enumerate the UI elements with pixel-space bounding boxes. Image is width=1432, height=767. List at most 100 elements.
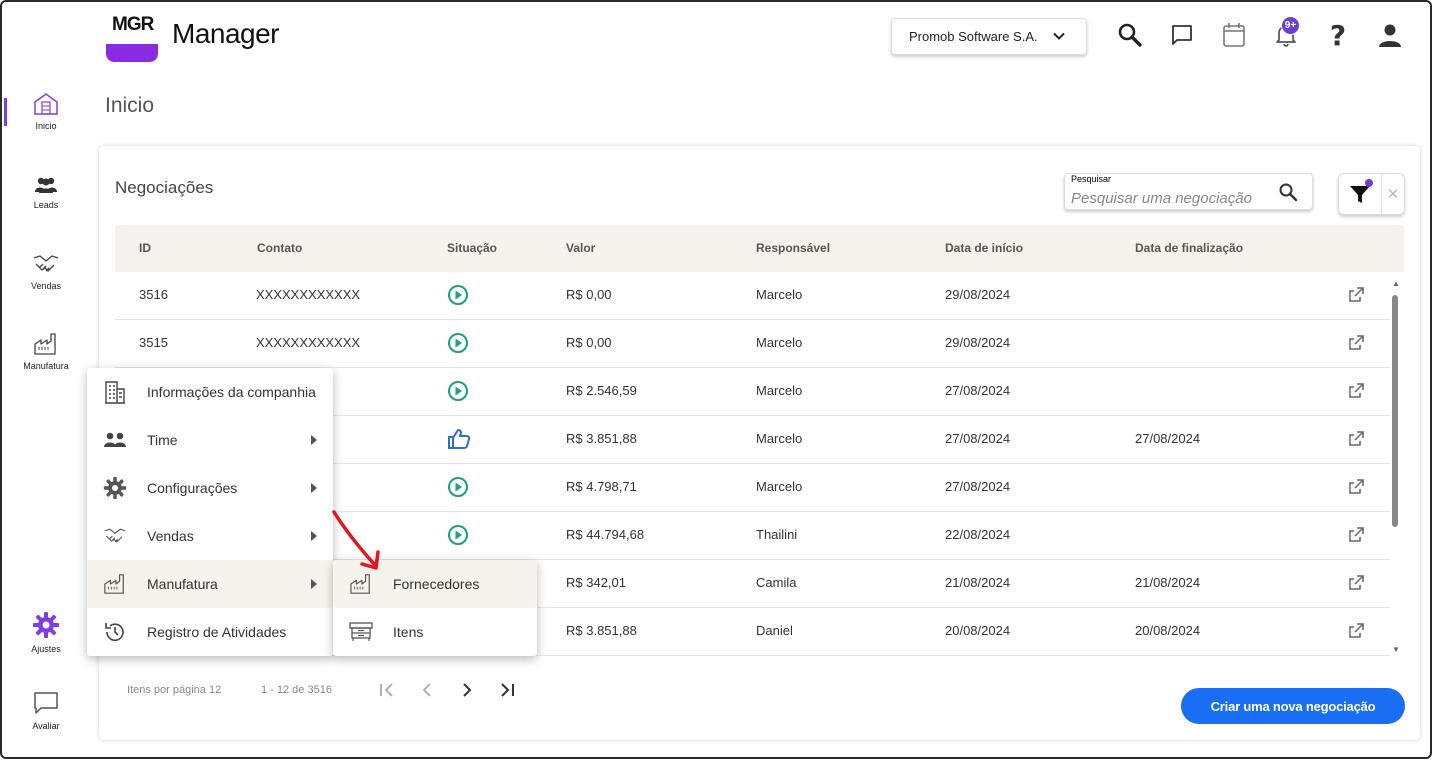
history-icon (105, 623, 124, 642)
people-icon (35, 177, 57, 193)
cell-responsavel: Marcelo (756, 479, 803, 494)
close-icon: ✕ (1386, 186, 1400, 203)
table-row[interactable]: 3516 XXXXXXXXXXXX R$ 0,00 Marcelo 29/08/2024 (115, 272, 1390, 320)
cell-responsavel: Marcelo (756, 335, 803, 350)
sidebar-item-leads[interactable]: Leads (10, 175, 82, 210)
column-header[interactable]: Contato (257, 241, 302, 255)
cell-data-finalizacao: 21/08/2024 (1135, 575, 1201, 590)
calendar-icon[interactable] (1219, 20, 1249, 50)
table-scrollbar[interactable]: ▲ ▼ (1390, 279, 1402, 655)
open-external-icon[interactable] (1348, 431, 1364, 450)
first-page-button[interactable] (377, 680, 397, 700)
play-circle-icon (447, 524, 469, 549)
table-header: ID Contato Situação Valor Responsável Da… (115, 225, 1404, 272)
open-external-icon[interactable] (1348, 575, 1364, 594)
gear-icon (103, 476, 127, 500)
menu-item-registro[interactable]: Registro de Atividades (87, 608, 333, 656)
column-header[interactable]: ID (139, 241, 151, 255)
cell-data-inicio: 29/08/2024 (945, 335, 1011, 350)
sidebar-item-manufatura[interactable]: Manufatura (10, 332, 82, 371)
last-page-button[interactable] (497, 680, 517, 700)
settings-menu: Informações da companhia Time Configuraç… (87, 368, 333, 656)
chat-icon[interactable] (1167, 20, 1197, 50)
submenu-item-itens[interactable]: Itens (333, 608, 537, 656)
sidebar-item-label: Leads (33, 200, 59, 210)
next-page-button[interactable] (457, 680, 477, 700)
search-field[interactable]: Pesquisar (1064, 173, 1313, 210)
column-header[interactable]: Data de início (945, 241, 1023, 255)
column-header[interactable]: Data de finalização (1135, 241, 1243, 255)
filter-button[interactable] (1339, 174, 1380, 214)
help-icon[interactable]: ? (1323, 19, 1353, 52)
cell-valor: R$ 342,01 (566, 575, 626, 590)
cell-valor: R$ 0,00 (566, 335, 612, 350)
search-input[interactable] (1071, 188, 1271, 208)
chevron-left-icon (422, 683, 431, 697)
page-range: 1 - 12 de 3516 (261, 684, 332, 696)
cell-contato: XXXXXXXXXXXX (256, 287, 361, 302)
menu-item-time[interactable]: Time (87, 416, 333, 464)
user-icon[interactable] (1375, 20, 1405, 50)
prev-page-button[interactable] (417, 680, 437, 700)
app-title: Manager (172, 18, 280, 49)
cell-data-finalizacao: 20/08/2024 (1135, 623, 1201, 638)
cell-id: 3516 (139, 287, 168, 302)
cell-data-inicio: 27/08/2024 (945, 383, 1011, 398)
create-negotiation-button[interactable]: Criar uma nova negociação (1181, 688, 1405, 724)
column-header[interactable]: Valor (566, 241, 595, 255)
menu-item-label: Registro de Atividades (147, 624, 287, 640)
sidebar-item-label: Vendas (30, 281, 62, 291)
cell-responsavel: Marcelo (756, 287, 803, 302)
search-icon[interactable] (1115, 20, 1145, 50)
sidebar-item-inicio[interactable]: Inicio (10, 92, 82, 131)
chevron-down-icon (1053, 32, 1065, 40)
search-icon[interactable] (1278, 182, 1298, 202)
cell-valor: R$ 3.851,88 (566, 431, 637, 446)
clear-filter-button[interactable]: ✕ (1382, 174, 1404, 214)
play-circle-icon (447, 332, 469, 357)
cell-responsavel: Thailini (756, 527, 798, 542)
scroll-up-icon[interactable]: ▲ (1392, 279, 1400, 288)
cell-data-finalizacao: 27/08/2024 (1135, 431, 1201, 446)
company-select-value: Promob Software S.A. (909, 29, 1038, 44)
menu-item-vendas[interactable]: Vendas (87, 512, 333, 560)
cell-valor: R$ 44.794,68 (566, 527, 645, 542)
factory-icon (104, 574, 124, 594)
company-select[interactable]: Promob Software S.A. (891, 18, 1087, 55)
caret-right-icon (311, 483, 317, 493)
app-logo[interactable]: MGR (106, 10, 158, 62)
menu-item-manufatura[interactable]: Manufatura (87, 560, 333, 608)
last-page-icon (501, 683, 514, 697)
cell-data-inicio: 27/08/2024 (945, 479, 1011, 494)
scrollbar-thumb[interactable] (1392, 295, 1398, 527)
caret-right-icon (311, 531, 317, 541)
cell-valor: R$ 4.798,71 (566, 479, 637, 494)
scroll-down-icon[interactable]: ▼ (1392, 645, 1400, 654)
column-header[interactable]: Responsável (756, 241, 830, 255)
sidebar-item-vendas[interactable]: Vendas (10, 252, 82, 291)
table-row[interactable]: 3515 XXXXXXXXXXXX R$ 0,00 Marcelo 29/08/2024 (115, 320, 1390, 368)
column-header[interactable]: Situação (447, 241, 497, 255)
cell-responsavel: Daniel (756, 623, 793, 638)
chevron-right-icon (463, 683, 472, 697)
menu-item-label: Informações da companhia (147, 384, 316, 400)
items-per-page[interactable]: Itens por página 12 (127, 684, 221, 696)
home-icon (34, 93, 58, 115)
cell-valor: R$ 3.851,88 (566, 623, 637, 638)
cell-id: 3515 (139, 335, 168, 350)
open-external-icon[interactable] (1348, 623, 1364, 642)
open-external-icon[interactable] (1348, 383, 1364, 402)
people-icon (104, 432, 126, 447)
open-external-icon[interactable] (1348, 527, 1364, 546)
sidebar-item-label: Manufatura (23, 361, 69, 371)
open-external-icon[interactable] (1348, 479, 1364, 498)
menu-item-configuracoes[interactable]: Configurações (87, 464, 333, 512)
cell-data-inicio: 20/08/2024 (945, 623, 1011, 638)
sidebar-item-label: Inicio (35, 121, 57, 131)
menu-item-informacoes[interactable]: Informações da companhia (87, 368, 333, 416)
factory-icon (350, 574, 370, 594)
open-external-icon[interactable] (1348, 287, 1364, 306)
sidebar-item-ajustes[interactable]: Ajustes (10, 611, 82, 654)
open-external-icon[interactable] (1348, 335, 1364, 354)
sidebar-item-avaliar[interactable]: Avaliar (10, 690, 82, 731)
